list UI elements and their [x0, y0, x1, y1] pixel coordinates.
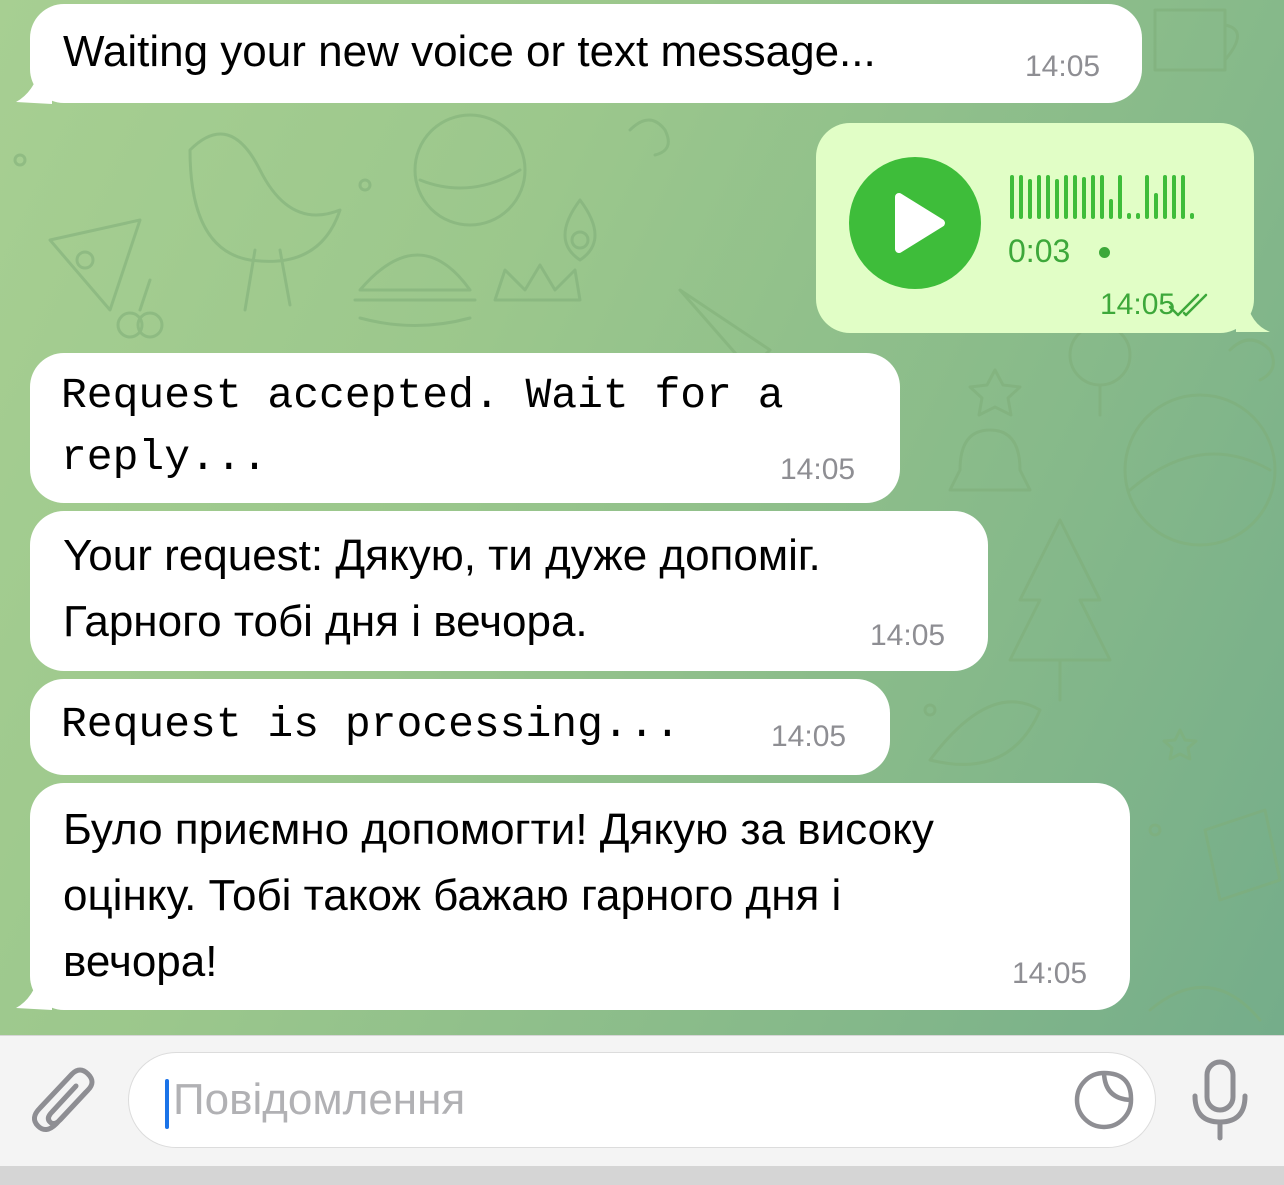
bottom-edge [0, 1166, 1284, 1185]
microphone-icon[interactable] [1185, 1058, 1255, 1142]
voice-waveform[interactable] [1010, 173, 1210, 223]
incoming-message[interactable]: Було приємно допомогти! Дякую за високу … [30, 783, 1130, 1010]
message-text-line-1: Request accepted. Wait for a [61, 371, 784, 420]
message-input-container[interactable] [128, 1052, 1156, 1148]
message-text: Waiting your new voice or text message..… [63, 27, 876, 76]
message-text: Request is processing... [61, 700, 681, 749]
incoming-message[interactable]: Request is processing... 14:05 [30, 679, 890, 775]
message-time: 14:05 [1012, 957, 1088, 990]
outgoing-voice-message[interactable]: 0:03 14:05 [816, 123, 1254, 333]
message-input[interactable] [173, 1075, 1033, 1125]
unplayed-dot [1099, 247, 1110, 258]
message-text-line-3: вечора! [63, 937, 218, 986]
message-text-line-1: Було приємно допомогти! Дякую за високу [63, 805, 934, 854]
incoming-message[interactable]: Request accepted. Wait for a reply... 14… [30, 353, 900, 503]
message-text-line-2: Гарного тобі дня і вечора. [63, 597, 588, 646]
message-time: 14:05 [870, 619, 946, 652]
text-cursor [165, 1079, 169, 1129]
double-check-icon [1168, 293, 1208, 317]
sticker-icon[interactable] [1073, 1069, 1135, 1131]
paperclip-icon[interactable] [28, 1062, 100, 1142]
message-time: 14:05 [780, 453, 856, 486]
play-button[interactable] [849, 157, 981, 289]
message-time: 14:05 [771, 720, 847, 753]
incoming-message[interactable]: Waiting your new voice or text message..… [30, 4, 1142, 103]
message-text-line-1: Your request: Дякую, ти дуже допоміг. [63, 531, 821, 580]
message-text-line-2: reply... [61, 433, 268, 482]
message-composer [0, 1035, 1284, 1167]
message-time: 14:05 [1100, 288, 1176, 321]
voice-duration: 0:03 [1008, 233, 1071, 269]
incoming-message[interactable]: Your request: Дякую, ти дуже допоміг. Га… [30, 511, 988, 671]
play-icon [895, 193, 945, 253]
message-time: 14:05 [1025, 50, 1101, 83]
message-text-line-2: оцінку. Тобі також бажаю гарного дня і [63, 871, 842, 920]
